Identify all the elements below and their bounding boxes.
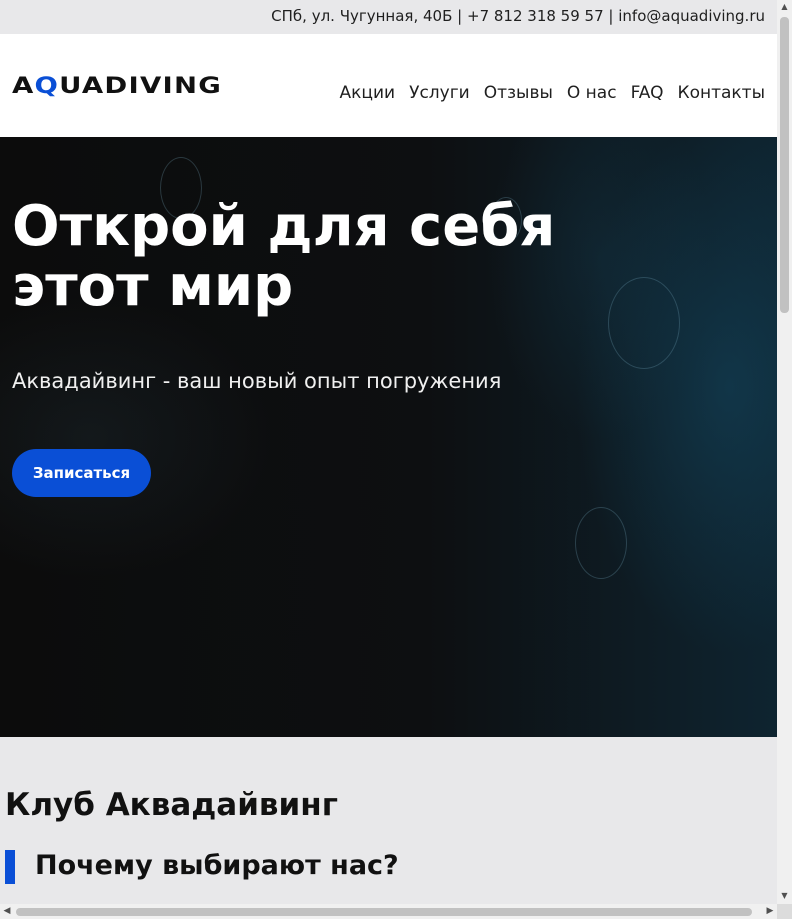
- nav-item-promotions[interactable]: Акции: [340, 83, 396, 103]
- hero-title-line-1: Открой для себя: [12, 194, 556, 259]
- contact-info: СПб, ул. Чугунная, 40Б | +7 812 318 59 5…: [271, 7, 765, 25]
- horizontal-scroll-thumb[interactable]: [16, 908, 752, 916]
- nav-item-reviews[interactable]: Отзывы: [484, 83, 553, 103]
- scroll-down-arrow-icon[interactable]: ▼: [780, 891, 789, 901]
- nav-item-contacts[interactable]: Контакты: [678, 83, 766, 103]
- logo-letter-a: A: [12, 74, 35, 99]
- scrollbar-corner: [777, 904, 792, 919]
- scroll-left-arrow-icon[interactable]: ◀: [2, 906, 12, 917]
- separator: |: [457, 7, 463, 25]
- page-viewport: СПб, ул. Чугунная, 40Б | +7 812 318 59 5…: [0, 0, 777, 904]
- signup-button[interactable]: Записаться: [12, 449, 151, 497]
- separator: |: [608, 7, 614, 25]
- site-header: AQUADIVING Акции Услуги Отзывы О нас FAQ…: [0, 34, 777, 137]
- logo-letter-q: Q: [34, 74, 60, 99]
- email-link[interactable]: info@aquadiving.ru: [618, 7, 765, 25]
- main-nav: Акции Услуги Отзывы О нас FAQ Контакты: [340, 83, 766, 103]
- hero-title: Открой для себя этот мир: [12, 197, 555, 317]
- phone-link[interactable]: +7 812 318 59 57: [467, 7, 604, 25]
- vertical-scrollbar[interactable]: ▲ ▼: [777, 0, 792, 904]
- address-text: СПб, ул. Чугунная, 40Б: [271, 7, 453, 25]
- hero-subtitle: Аквадайвинг - ваш новый опыт погружения: [12, 369, 502, 393]
- logo-text-rest: UADIVING: [59, 74, 223, 99]
- jellyfish-decoration: [608, 277, 680, 369]
- club-section: Клуб Аквадайвинг Почему выбирают нас?: [0, 737, 777, 904]
- nav-item-services[interactable]: Услуги: [409, 83, 470, 103]
- nav-item-faq[interactable]: FAQ: [631, 83, 664, 103]
- aquadiving-logo[interactable]: AQUADIVING: [12, 74, 222, 99]
- horizontal-scrollbar[interactable]: ◀ ▶: [0, 904, 777, 919]
- section-accent-bar: [5, 850, 15, 884]
- why-us-title: Почему выбирают нас?: [35, 850, 399, 881]
- hero-title-line-2: этот мир: [12, 254, 294, 319]
- scroll-right-arrow-icon[interactable]: ▶: [765, 906, 775, 917]
- jellyfish-decoration: [575, 507, 627, 579]
- scroll-up-arrow-icon[interactable]: ▲: [780, 2, 789, 12]
- vertical-scroll-thumb[interactable]: [780, 17, 789, 313]
- nav-item-about[interactable]: О нас: [567, 83, 617, 103]
- hero-section: Открой для себя этот мир Аквадайвинг - ва…: [0, 137, 777, 737]
- club-title: Клуб Аквадайвинг: [5, 787, 338, 823]
- top-contact-bar: СПб, ул. Чугунная, 40Б | +7 812 318 59 5…: [0, 0, 777, 34]
